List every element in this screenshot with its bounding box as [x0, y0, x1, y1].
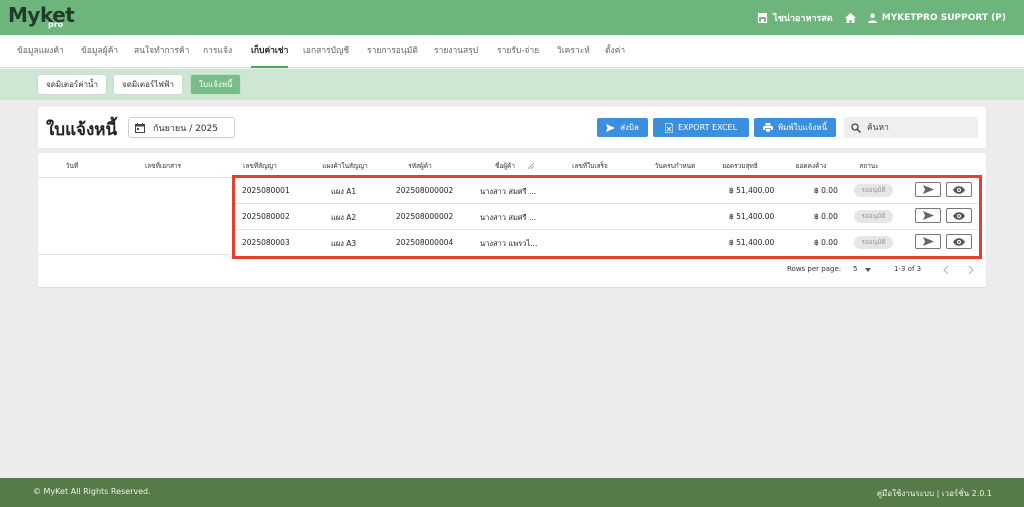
tab-stall-info[interactable]: ข้อมูลแผงค้า: [17, 35, 64, 68]
sub-nav: จดมิเตอร์ค่าน้ำ จดมิเตอร์ไฟฟ้า ใบแจ้งหนี…: [0, 69, 1024, 100]
export-excel-button[interactable]: EXPORT EXCEL: [653, 118, 749, 137]
tab-settings[interactable]: ตั้งค่า: [605, 35, 625, 68]
rows-per-page-label: Rows per page:: [787, 265, 842, 273]
subtab-invoices[interactable]: ใบแจ้งหนี้: [191, 75, 241, 94]
subtab-electric-meter[interactable]: จดมิเตอร์ไฟฟ้า: [114, 75, 183, 94]
print-invoice-button[interactable]: พิมพ์ใบแจ้งหนี้: [754, 118, 836, 137]
user-menu[interactable]: MYKETPRO SUPPORT (P): [867, 12, 1006, 23]
send-bill-label: ส่งบิล: [620, 123, 639, 132]
search-input[interactable]: [867, 122, 967, 133]
subtab-water-meter[interactable]: จดมิเตอร์ค่าน้ำ: [38, 75, 106, 94]
tab-notify[interactable]: การแจ้ง: [203, 35, 232, 68]
app-logo[interactable]: Myket: [8, 3, 75, 27]
home-button[interactable]: [844, 12, 856, 23]
month-picker-value: กันยายน / 2025: [153, 123, 219, 134]
highlight-box: [232, 175, 982, 259]
col-contract-no[interactable]: เลขที่สัญญา: [243, 161, 277, 171]
chevron-right-icon[interactable]: [968, 266, 974, 274]
tab-accounting-docs[interactable]: เอกสารบัญชี: [303, 35, 349, 68]
invoice-header-card: ใบแจ้งหนี้ กันยายน / 2025 ส่งบิล EXPORT …: [38, 107, 986, 148]
print-invoice-label: พิมพ์ใบแจ้งหนี้: [777, 123, 828, 132]
rows-per-page-select[interactable]: 5: [853, 265, 857, 273]
main-nav: ข้อมูลแผงค้า ข้อมูลผู้ค้า สนใจทำการค้า ก…: [0, 35, 1024, 68]
top-bar: Myket pro ไชน่าอาหารสด MYKETPRO SUPPORT …: [0, 0, 1024, 35]
tab-analysis[interactable]: วิเคราะห์: [557, 35, 590, 68]
col-receipt-no[interactable]: เลขที่ใบเสร็จ: [572, 161, 608, 171]
home-icon: [844, 12, 856, 23]
tab-income-expense[interactable]: รายรับ-จ่าย: [497, 35, 539, 68]
page-title: ใบแจ้งหนี้: [46, 120, 118, 140]
top-bar-actions: ไชน่าอาหารสด MYKETPRO SUPPORT (P): [757, 0, 1006, 35]
tab-vendor-info[interactable]: ข้อมูลผู้ค้า: [81, 35, 118, 68]
export-excel-label: EXPORT EXCEL: [677, 123, 738, 132]
print-icon: [762, 123, 773, 132]
col-balance[interactable]: ยอดคงค้าง: [796, 161, 827, 171]
footer: © MyKet All Rights Reserved. คู่มือใช้งา…: [0, 478, 1024, 507]
calendar-icon: [135, 122, 145, 133]
page-range: 1-3 of 3: [894, 265, 922, 273]
col-vendor-code[interactable]: รหัสผู้ค้า: [408, 161, 432, 171]
tab-summary-report[interactable]: รายงานสรุป: [434, 35, 478, 68]
caret-down-icon[interactable]: [865, 268, 871, 272]
send-icon: [606, 123, 616, 132]
col-doc-no[interactable]: เลขที่เอกสาร: [145, 161, 181, 171]
app-logo-sub: pro: [48, 20, 64, 29]
col-stall[interactable]: แผงค้าในสัญญา: [322, 161, 367, 171]
col-net-total[interactable]: ยอดรวมสุทธิ: [722, 161, 758, 171]
excel-icon: [664, 122, 673, 133]
col-status[interactable]: สถานะ: [859, 161, 879, 171]
user-name: MYKETPRO SUPPORT (P): [881, 12, 1006, 23]
store-icon: [758, 12, 768, 23]
shop-selector[interactable]: ไชน่าอาหารสด: [757, 11, 833, 25]
left-column-divider: [38, 254, 229, 255]
tab-collect-rent[interactable]: เก็บค่าเช่า: [251, 35, 289, 68]
table-pagination: Rows per page: 5 1-3 of 3: [38, 260, 986, 280]
month-picker[interactable]: กันยายน / 2025: [128, 117, 235, 138]
shop-name: ไชน่าอาหารสด: [773, 13, 833, 24]
send-bill-button[interactable]: ส่งบิล: [597, 118, 648, 137]
copyright: © MyKet All Rights Reserved.: [33, 487, 151, 496]
manual-version-link[interactable]: คู่มือใช้งานระบบ | เวอร์ชั่น 2.0.1: [877, 487, 992, 500]
col-date[interactable]: วันที่: [66, 161, 78, 171]
search-icon: [851, 122, 861, 133]
resize-handle-icon[interactable]: [528, 163, 534, 169]
col-due-date[interactable]: วันครบกำหนด: [655, 161, 696, 171]
chevron-left-icon[interactable]: [943, 266, 949, 274]
col-vendor-name[interactable]: ชื่อผู้ค้า: [495, 161, 515, 171]
tab-approvals[interactable]: รายการอนุมัติ: [367, 35, 418, 68]
search-box[interactable]: [844, 117, 978, 138]
tab-interested[interactable]: สนใจทำการค้า: [134, 35, 189, 68]
user-icon: [867, 12, 877, 23]
